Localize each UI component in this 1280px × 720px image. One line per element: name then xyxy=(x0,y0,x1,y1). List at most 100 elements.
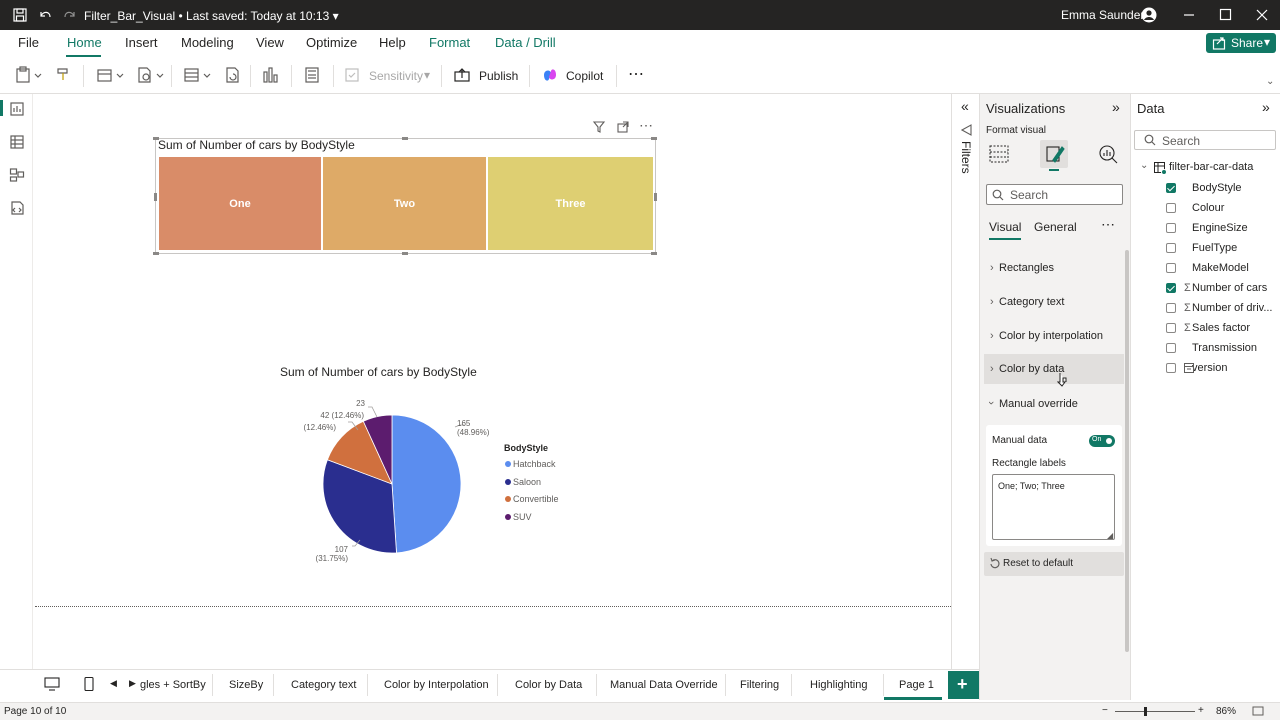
resize-grip-icon[interactable]: ◢ xyxy=(1107,531,1113,540)
new-visual-icon[interactable] xyxy=(262,66,280,87)
desktop-layout-icon[interactable] xyxy=(43,676,61,695)
field-checkbox[interactable] xyxy=(1166,183,1176,193)
recent-sources-icon[interactable] xyxy=(136,66,166,87)
menu-home[interactable]: Home xyxy=(67,35,102,50)
format-painter-icon[interactable] xyxy=(55,66,73,87)
page-tab-filtering[interactable]: Filtering xyxy=(740,679,779,691)
pie-slice-hatchback[interactable] xyxy=(391,414,462,554)
page-tab-page-1[interactable]: Page 1 xyxy=(899,679,934,691)
legend-item-convertible[interactable]: Convertible xyxy=(505,494,559,504)
field-bodystyle[interactable]: BodyStyle xyxy=(1166,179,1242,197)
field-version[interactable]: version xyxy=(1166,359,1227,377)
menu-file[interactable]: File xyxy=(18,35,39,50)
page-tab-gles-sortby[interactable]: gles + SortBy xyxy=(140,679,206,691)
zoom-slider-thumb[interactable] xyxy=(1144,707,1147,716)
collapse-pane-icon[interactable]: » xyxy=(1262,99,1270,115)
resize-handle[interactable] xyxy=(402,137,408,140)
menu-format[interactable]: Format xyxy=(429,35,470,50)
table-name[interactable]: filter-bar-car-data xyxy=(1169,161,1253,173)
save-icon[interactable] xyxy=(12,7,28,26)
field-transmission[interactable]: Transmission xyxy=(1166,339,1257,357)
legend-item-hatchback[interactable]: Hatchback xyxy=(505,459,556,469)
field-checkbox[interactable] xyxy=(1166,223,1176,233)
section-color-by-interpolation[interactable]: › Color by interpolation xyxy=(984,321,1124,351)
field-colour[interactable]: Colour xyxy=(1166,199,1224,217)
legend-item-suv[interactable]: SUV xyxy=(505,512,532,522)
menu-view[interactable]: View xyxy=(256,35,284,50)
field-number-of-cars[interactable]: Σ Number of cars xyxy=(1166,279,1267,297)
copilot-button[interactable]: Copilot xyxy=(541,67,603,86)
field-checkbox[interactable] xyxy=(1166,243,1176,253)
resize-handle[interactable] xyxy=(651,252,657,255)
resize-handle[interactable] xyxy=(154,193,157,201)
resize-handle[interactable] xyxy=(651,137,657,140)
analytics-icon[interactable] xyxy=(1097,143,1119,168)
tab-general[interactable]: General xyxy=(1034,220,1077,234)
transform-data-icon[interactable] xyxy=(183,66,213,87)
collapse-ribbon-icon[interactable]: ⌄ xyxy=(1266,76,1274,87)
field-checkbox[interactable] xyxy=(1166,323,1176,333)
field-sales-factor[interactable]: Σ Sales factor xyxy=(1166,319,1250,337)
page-tab-highlighting[interactable]: Highlighting xyxy=(810,679,867,691)
filters-pane-collapsed[interactable]: « Filters xyxy=(951,94,979,700)
menu-modeling[interactable]: Modeling xyxy=(181,35,234,50)
build-visual-icon[interactable] xyxy=(988,143,1010,168)
collapse-pane-icon[interactable]: » xyxy=(1112,99,1120,115)
page-tab-category-text[interactable]: Category text xyxy=(291,679,356,691)
zoom-slider[interactable] xyxy=(1115,711,1195,712)
calculator-icon[interactable] xyxy=(303,66,321,87)
viz-more-options-icon[interactable]: ⋯ xyxy=(1101,216,1115,233)
scroll-right-icon[interactable]: ▶ xyxy=(129,678,136,689)
field-number-of-driv-[interactable]: Σ Number of driv... xyxy=(1166,299,1273,317)
field-checkbox[interactable] xyxy=(1166,203,1176,213)
mobile-layout-icon[interactable] xyxy=(82,676,96,695)
report-view-icon[interactable] xyxy=(9,101,25,120)
resize-handle[interactable] xyxy=(402,252,408,255)
avatar[interactable] xyxy=(1141,7,1157,26)
resize-handle[interactable] xyxy=(153,137,159,140)
expand-icon[interactable]: « xyxy=(961,98,969,114)
field-checkbox[interactable] xyxy=(1166,283,1176,293)
menu-insert[interactable]: Insert xyxy=(125,35,158,50)
dax-query-icon[interactable] xyxy=(9,200,25,219)
focus-mode-icon[interactable] xyxy=(616,120,630,137)
zoom-in-icon[interactable]: + xyxy=(1198,705,1204,716)
field-checkbox[interactable] xyxy=(1166,363,1176,373)
section-category-text[interactable]: › Category text xyxy=(984,287,1124,317)
field-makemodel[interactable]: MakeModel xyxy=(1166,259,1249,277)
field-fueltype[interactable]: FuelType xyxy=(1166,239,1237,257)
treemap-rect-three[interactable]: Three xyxy=(488,157,653,250)
resize-handle[interactable] xyxy=(654,193,657,201)
undo-icon[interactable] xyxy=(37,7,53,26)
paste-icon[interactable] xyxy=(15,66,43,87)
page-tab-manual-data-override[interactable]: Manual Data Override xyxy=(610,679,718,691)
visual-more-options-icon[interactable]: ⋯ xyxy=(639,117,653,134)
menu-help[interactable]: Help xyxy=(379,35,406,50)
scroll-left-icon[interactable]: ◀ xyxy=(110,678,117,689)
get-data-icon[interactable] xyxy=(96,66,126,87)
table-view-icon[interactable] xyxy=(9,134,25,153)
legend-item-saloon[interactable]: Saloon xyxy=(505,477,541,487)
resize-handle[interactable] xyxy=(153,252,159,255)
section-color-by-data[interactable]: › Color by data xyxy=(984,354,1124,384)
menu-data-drill[interactable]: Data / Drill xyxy=(495,35,556,50)
fit-to-page-icon[interactable] xyxy=(1252,706,1264,719)
manual-data-toggle[interactable]: On xyxy=(1089,435,1115,447)
field-enginesize[interactable]: EngineSize xyxy=(1166,219,1248,237)
page-tab-sizeby[interactable]: SizeBy xyxy=(229,679,263,691)
section-rectangles[interactable]: › Rectangles xyxy=(984,253,1124,283)
section-manual-override[interactable]: › Manual override xyxy=(984,389,1124,419)
treemap-rect-one[interactable]: One xyxy=(159,157,321,250)
more-options-icon[interactable]: ⋯ xyxy=(628,64,644,84)
field-checkbox[interactable] xyxy=(1166,263,1176,273)
data-search-input[interactable]: Search xyxy=(1134,130,1276,150)
refresh-icon[interactable] xyxy=(224,66,242,87)
redo-icon[interactable] xyxy=(62,7,78,26)
reset-to-default-button[interactable]: Reset to default xyxy=(984,552,1124,576)
zoom-out-icon[interactable]: − xyxy=(1102,705,1108,716)
viz-search-input[interactable]: Search xyxy=(986,184,1123,205)
sensitivity-button[interactable]: Sensitivity ▾ xyxy=(344,67,430,86)
viz-scrollbar[interactable] xyxy=(1125,250,1129,652)
filter-icon[interactable] xyxy=(592,120,606,137)
share-button[interactable]: Share ▾ xyxy=(1206,33,1276,53)
